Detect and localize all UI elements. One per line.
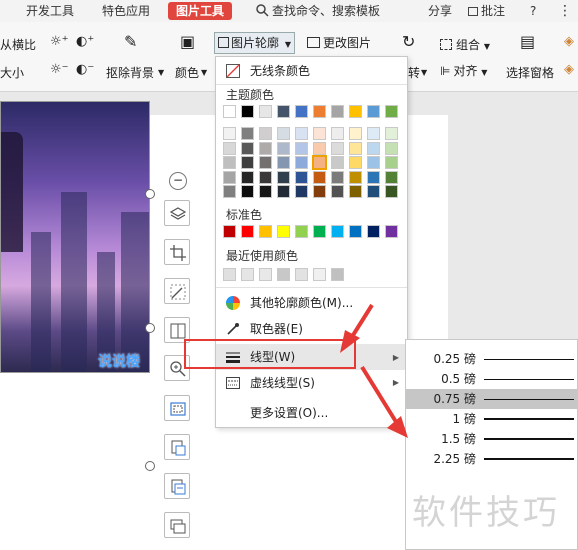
arrowhead (387, 416, 408, 438)
annotation-arrows (340, 303, 408, 438)
arrowhead (340, 330, 360, 353)
arrow-to-submenu (360, 365, 400, 427)
